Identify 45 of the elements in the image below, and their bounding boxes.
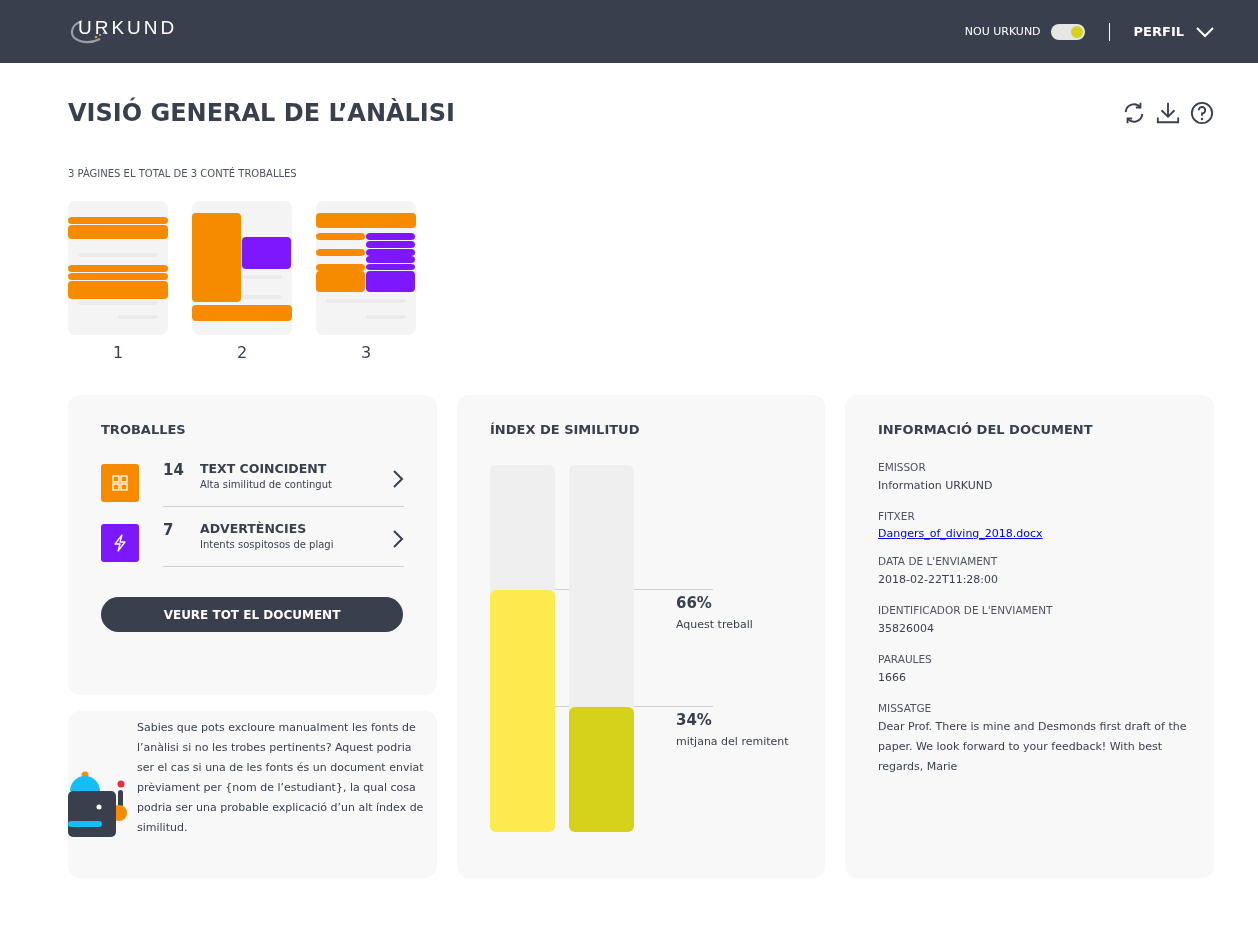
- similarity-label: Aquest treball: [676, 617, 753, 631]
- finding-name[interactable]: ADVERTÈNCIES: [200, 521, 392, 536]
- toggle-label: NOU URKUND: [964, 25, 1041, 38]
- field-value: Information URKUND: [878, 478, 994, 494]
- chevron-down-icon[interactable]: [1196, 25, 1214, 38]
- field-value: 1666: [878, 670, 907, 686]
- field-value: Dear Prof. There is mine and Desmonds first draft of the paper. We look forward to your feedback! With best regards, Marie: [878, 719, 1188, 775]
- similarity-value: 66%: [676, 593, 713, 612]
- refresh-icon[interactable]: [1122, 101, 1146, 125]
- finding-description: Alta similitud de contingut: [200, 479, 333, 490]
- field-label: PARAULES: [878, 653, 933, 665]
- page-thumbnail[interactable]: [192, 201, 292, 335]
- download-icon[interactable]: [1156, 101, 1180, 125]
- finding-description: Intents sospitosos de plagi: [200, 539, 335, 550]
- help-icon[interactable]: [1190, 101, 1214, 125]
- page-number: 3: [360, 343, 372, 362]
- field-label: EMISSOR: [878, 461, 927, 473]
- chevron-right-icon[interactable]: [392, 469, 404, 489]
- page-number: 2: [236, 343, 248, 362]
- pages-summary: 3 PÀGINES EL TOTAL DE 3 CONTÉ TROBALLES: [68, 168, 298, 179]
- file-link[interactable]: Dangers_of_diving_2018.docx: [878, 527, 1043, 540]
- urkund-logo: URKUND: [68, 16, 178, 47]
- similarity-value: 34%: [676, 711, 713, 730]
- card-title: ÍNDEX DE SIMILITUD: [490, 422, 641, 437]
- page-thumbnail[interactable]: [68, 201, 168, 335]
- field-value: 2018-02-22T11:28:00: [878, 572, 1000, 588]
- similarity-label: mitjana del remitent: [676, 735, 789, 749]
- field-label: DATA DE L'ENVIAMENT: [878, 555, 999, 567]
- profile-menu[interactable]: PERFIL: [1133, 24, 1184, 39]
- card-title: INFORMACIÓ DEL DOCUMENT: [878, 422, 1094, 437]
- view-document-button[interactable]: VEURE TOT EL DOCUMENT: [101, 597, 403, 632]
- page-title: VISIÓ GENERAL DE L’ANÀLISI: [68, 99, 455, 127]
- page-thumbnail[interactable]: [316, 201, 416, 335]
- field-label: IDENTIFICADOR DE L'ENVIAMENT: [878, 604, 1054, 616]
- field-value: 35826004: [878, 621, 935, 637]
- card-title: TROBALLES: [101, 422, 187, 437]
- finding-name[interactable]: TEXT COINCIDENT: [200, 461, 392, 476]
- toggle-switch[interactable]: [1050, 23, 1085, 40]
- chevron-right-icon[interactable]: [392, 529, 404, 549]
- field-label: FITXER: [878, 510, 916, 522]
- field-label: MISSATGE: [878, 702, 933, 714]
- page-number: 1: [112, 343, 124, 362]
- finding-count: 7: [163, 521, 175, 539]
- tip-text: Sabies que pots excloure manualment les fonts de l’anàlisi si no les trobes pertinents? Aquest podria ser el cas si una de les fonts és un document enviat prèviament per {nom de l’estudiant}, la qual cosa podria ser una probable explicació d’un alt índex de similitud.: [137, 720, 425, 836]
- finding-count: 14: [163, 461, 185, 479]
